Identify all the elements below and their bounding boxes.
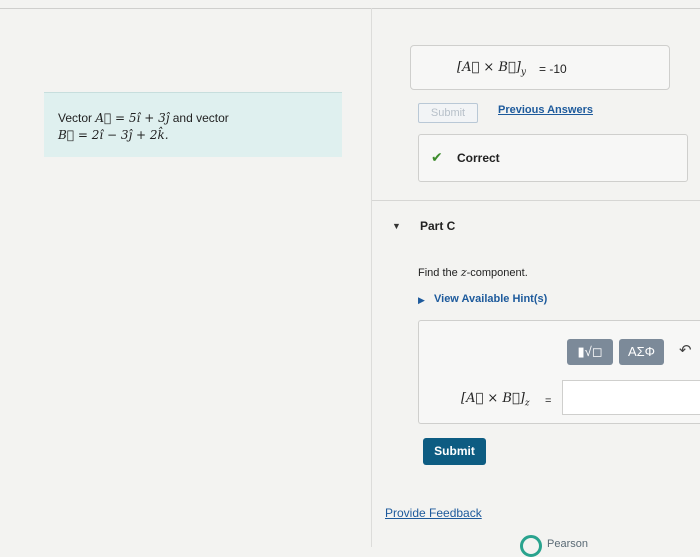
equals-sign: = [545, 395, 552, 407]
checkmark-icon: ✔ [431, 149, 443, 165]
part-b-answer-value: = -10 [539, 62, 567, 76]
correct-label: Correct [457, 151, 500, 165]
collapse-triangle-icon[interactable]: ▼ [392, 221, 401, 231]
vector-a: A⃗ = 5î + 3ĵ [95, 111, 170, 125]
part-b-expression: [A⃗ × B⃗]y [457, 60, 526, 78]
top-divider [0, 8, 700, 9]
pearson-logo-icon [520, 535, 542, 557]
undo-icon[interactable]: ↶ [679, 341, 692, 359]
part-c-title[interactable]: Part C [420, 219, 455, 233]
previous-answers-link[interactable]: Previous Answers [498, 104, 593, 116]
vector-b: B⃗ = 2î − 3ĵ + 2k̂. [58, 128, 169, 142]
part-c-answer-input[interactable] [562, 380, 700, 415]
part-c-question: Find the z-component. [418, 266, 528, 279]
correct-feedback-box: ✔ Correct [418, 134, 688, 182]
view-hints-link[interactable]: View Available Hint(s) [434, 293, 547, 305]
part-c-submit-button[interactable]: Submit [423, 438, 486, 465]
part-c-expression: [A⃗ × B⃗]z [461, 391, 530, 409]
greek-symbols-button[interactable]: ΑΣΦ [619, 339, 664, 365]
hint-triangle-icon[interactable]: ▶ [418, 295, 425, 306]
section-divider [372, 200, 700, 201]
pearson-logo-text: Pearson [547, 538, 588, 550]
part-b-answer-box: [A⃗ × B⃗]y = -10 [410, 45, 670, 90]
part-b-submit-button[interactable]: Submit [418, 103, 478, 123]
provide-feedback-link[interactable]: Provide Feedback [385, 506, 482, 520]
column-divider [371, 8, 372, 547]
math-templates-button[interactable]: ▮√◻ [567, 339, 613, 365]
problem-statement: Vector A⃗ = 5î + 3ĵ and vector B⃗ = 2î −… [44, 92, 342, 157]
problem-line-1: Vector A⃗ = 5î + 3ĵ and vector [58, 111, 229, 125]
